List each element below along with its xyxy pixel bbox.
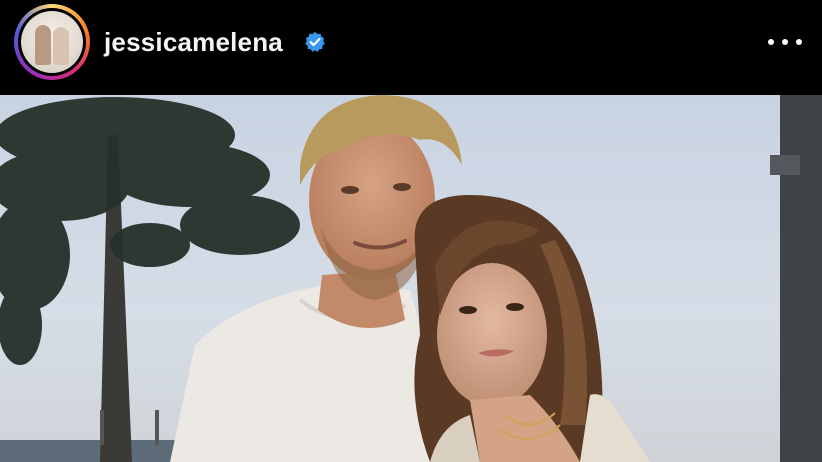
post-photo[interactable] — [0, 95, 822, 462]
story-ring-avatar[interactable] — [14, 4, 90, 80]
post-header: jessicamelena — [0, 0, 822, 95]
username-link[interactable]: jessicamelena — [104, 27, 283, 58]
more-options-icon[interactable] — [768, 38, 802, 46]
verified-badge-icon — [305, 31, 325, 52]
profile-avatar[interactable] — [21, 11, 83, 73]
